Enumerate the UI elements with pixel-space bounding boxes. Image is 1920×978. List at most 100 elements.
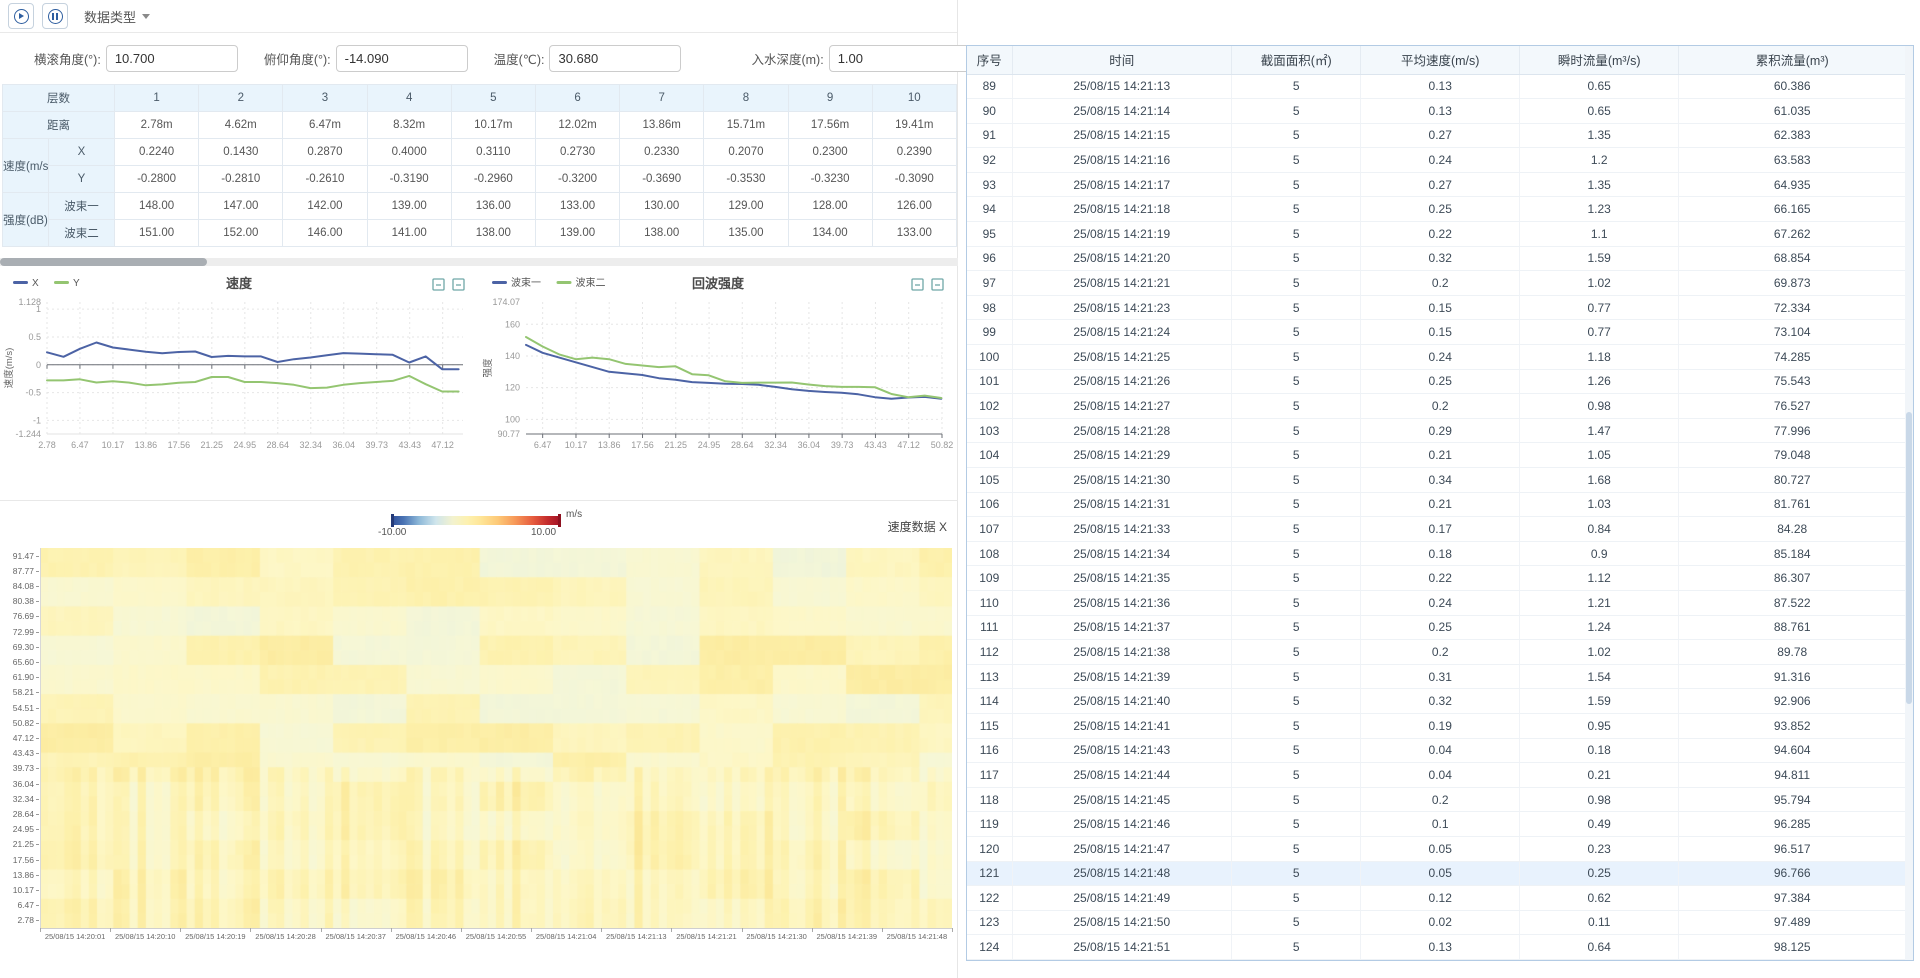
legend-item-波束二[interactable]: 波束二 [557, 276, 606, 289]
table-row[interactable]: 11125/08/15 14:21:3750.251.2488.761 [967, 615, 1905, 640]
svg-text:140: 140 [505, 351, 520, 361]
table-row[interactable]: 10125/08/15 14:21:2650.251.2675.543 [967, 369, 1905, 394]
heatmap-x-tick-label: 25/08/15 14:20:19 [179, 932, 251, 941]
table-row[interactable]: 10725/08/15 14:21:3350.170.8484.28 [967, 517, 1905, 542]
data-type-dropdown[interactable]: 数据类型 [84, 7, 150, 26]
table-row[interactable]: 9725/08/15 14:21:2150.21.0269.873 [967, 271, 1905, 296]
flow-cell: 115 [967, 713, 1012, 738]
heatmap-x-axis [40, 928, 953, 929]
flow-cell: 5 [1232, 861, 1361, 886]
row-label: 距离 [3, 112, 115, 139]
flow-cell: 1.54 [1519, 664, 1678, 689]
flow-cell: 5 [1232, 468, 1361, 493]
svg-text:24.95: 24.95 [698, 440, 721, 450]
table-row[interactable]: 12225/08/15 14:21:4950.120.6297.384 [967, 886, 1905, 911]
table-row[interactable]: 9025/08/15 14:21:1450.130.6561.035 [967, 99, 1905, 124]
temperature-label: 温度(℃): [494, 49, 545, 68]
roll-angle-input[interactable] [106, 45, 238, 72]
legend-item-X[interactable]: X [13, 278, 39, 289]
table-row[interactable]: 11625/08/15 14:21:4350.040.1894.604 [967, 738, 1905, 763]
svg-text:Y: Y [73, 278, 80, 289]
svg-text:39.73: 39.73 [831, 440, 854, 450]
table-row[interactable]: 10625/08/15 14:21:3150.211.0381.761 [967, 492, 1905, 517]
flow-cell: 5 [1232, 345, 1361, 370]
heatmap-y-tick-label: 28.64 [0, 809, 34, 819]
table-row[interactable]: 10525/08/15 14:21:3050.341.6880.727 [967, 468, 1905, 493]
layer-value-cell: 147.00 [199, 193, 283, 220]
table-row[interactable]: 12325/08/15 14:21:5050.020.1197.489 [967, 910, 1905, 935]
table-row[interactable]: 10025/08/15 14:21:2550.241.1874.285 [967, 345, 1905, 370]
horizontal-scrollbar-thumb[interactable] [0, 258, 207, 266]
table-row[interactable]: 9225/08/15 14:21:1650.241.263.583 [967, 148, 1905, 173]
series-line-波束二 [526, 337, 941, 398]
table-row[interactable]: 9325/08/15 14:21:1750.271.3564.935 [967, 172, 1905, 197]
layer-number: 4 [367, 85, 451, 112]
table-row[interactable]: 9925/08/15 14:21:2450.150.7773.104 [967, 320, 1905, 345]
flow-cell: 97.489 [1679, 910, 1905, 935]
svg-text:50.82: 50.82 [931, 440, 954, 450]
table-row[interactable]: 12125/08/15 14:21:4850.050.2596.766 [967, 861, 1905, 886]
table-row[interactable]: 10825/08/15 14:21:3450.180.985.184 [967, 541, 1905, 566]
flow-cell: 0.24 [1361, 590, 1520, 615]
heatmap-x-tick [952, 928, 953, 932]
flow-cell: 5 [1232, 246, 1361, 271]
flow-cell: 0.21 [1361, 492, 1520, 517]
flow-cell: 94.811 [1679, 763, 1905, 788]
pitch-angle-input[interactable] [336, 45, 468, 72]
heatmap-y-tick-label: 32.34 [0, 794, 34, 804]
flow-cell: 113 [967, 664, 1012, 689]
flow-cell: 25/08/15 14:21:35 [1012, 566, 1231, 591]
legend-item-Y[interactable]: Y [54, 278, 80, 289]
flow-cell: 97.384 [1679, 886, 1905, 911]
table-row[interactable]: 10325/08/15 14:21:2850.291.4777.996 [967, 418, 1905, 443]
table-row[interactable]: 9625/08/15 14:21:2050.321.5968.854 [967, 246, 1905, 271]
table-row[interactable]: 12025/08/15 14:21:4750.050.2396.517 [967, 836, 1905, 861]
table-row[interactable]: 11425/08/15 14:21:4050.321.5992.906 [967, 689, 1905, 714]
flow-cell: 0.34 [1361, 468, 1520, 493]
pause-button[interactable] [42, 3, 68, 29]
table-row[interactable]: 9825/08/15 14:21:2350.150.7772.334 [967, 295, 1905, 320]
vertical-scrollbar-thumb[interactable] [1906, 412, 1912, 704]
legend-item-波束一[interactable]: 波束一 [492, 276, 541, 289]
table-row[interactable]: 10925/08/15 14:21:3550.221.1286.307 [967, 566, 1905, 591]
flow-cell: 25/08/15 14:21:37 [1012, 615, 1231, 640]
table-row[interactable]: 8925/08/15 14:21:1350.130.6560.386 [967, 74, 1905, 99]
play-button[interactable] [8, 3, 34, 29]
flow-cell: 76.527 [1679, 394, 1905, 419]
flow-cell: 72.334 [1679, 295, 1905, 320]
layer-value-cell: 8.32m [367, 112, 451, 139]
table-row[interactable]: 11925/08/15 14:21:4650.10.4996.285 [967, 812, 1905, 837]
svg-text:17.56: 17.56 [168, 440, 191, 450]
table-row[interactable]: 11025/08/15 14:21:3650.241.2187.522 [967, 590, 1905, 615]
table-row[interactable]: 10425/08/15 14:21:2950.211.0579.048 [967, 443, 1905, 468]
flow-table-wrap: 序号时间截面面积(㎡)平均速度(m/s)瞬时流量(m³/s)累积流量(m³)89… [967, 46, 1905, 960]
immersion-depth-input[interactable] [829, 45, 979, 72]
table-row[interactable]: 9425/08/15 14:21:1850.251.2366.165 [967, 197, 1905, 222]
flow-cell: 105 [967, 468, 1012, 493]
heatmap-x-tick [461, 928, 462, 932]
table-row[interactable]: 11325/08/15 14:21:3950.311.5491.316 [967, 664, 1905, 689]
svg-text:36.04: 36.04 [333, 440, 356, 450]
flow-cell: 75.543 [1679, 369, 1905, 394]
table-row[interactable]: 11225/08/15 14:21:3850.21.0289.78 [967, 640, 1905, 665]
table-row[interactable]: 10225/08/15 14:21:2750.20.9876.527 [967, 394, 1905, 419]
table-row[interactable]: 9125/08/15 14:21:1550.271.3562.383 [967, 123, 1905, 148]
table-row[interactable]: 11525/08/15 14:21:4150.190.9593.852 [967, 713, 1905, 738]
flow-cell: 64.935 [1679, 172, 1905, 197]
flow-cell: 0.05 [1361, 861, 1520, 886]
pitch-angle-label: 俯仰角度(°): [264, 49, 331, 68]
flow-cell: 0.31 [1361, 664, 1520, 689]
heatmap-x-tick [110, 928, 111, 932]
table-row[interactable]: 11825/08/15 14:21:4550.20.9895.794 [967, 787, 1905, 812]
parameter-row: 横滚角度(°): 俯仰角度(°): 温度(℃): 入水深度(m): [0, 36, 957, 80]
flow-cell: 62.383 [1679, 123, 1905, 148]
table-row[interactable]: 12425/08/15 14:21:5150.130.6498.125 [967, 935, 1905, 960]
table-row[interactable]: 11725/08/15 14:21:4450.040.2194.811 [967, 763, 1905, 788]
temperature-input[interactable] [549, 45, 681, 72]
svg-text:24.95: 24.95 [234, 440, 257, 450]
svg-text:90.77: 90.77 [497, 429, 520, 439]
flow-cell: 88.761 [1679, 615, 1905, 640]
flow-cell: 0.27 [1361, 123, 1520, 148]
table-row[interactable]: 9525/08/15 14:21:1950.221.167.262 [967, 222, 1905, 247]
heatmap-y-tick [36, 814, 39, 815]
